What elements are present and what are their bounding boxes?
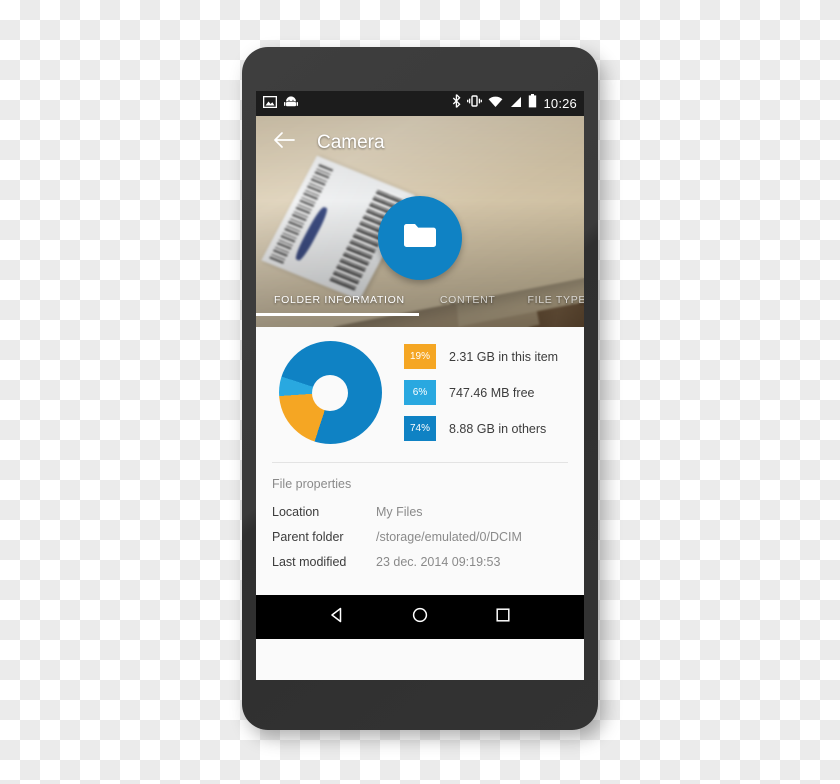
property-value-parent-folder: /storage/emulated/0/DCIM	[376, 530, 522, 544]
property-value-location: My Files	[376, 505, 423, 519]
signal-icon	[509, 95, 522, 113]
property-key-parent-folder: Parent folder	[272, 530, 344, 544]
tab-bar: FOLDER INFORMATION CONTENT FILE TYPES	[256, 286, 584, 327]
legend-label-others: 8.88 GB in others	[449, 421, 547, 436]
status-bar: 10:26	[256, 91, 584, 116]
recents-square-icon[interactable]	[494, 606, 512, 629]
home-circle-icon[interactable]	[411, 606, 429, 629]
phone-screen: 10:26 Camera FOLDER INFORMATION CONTENT …	[256, 91, 584, 680]
property-value-last-modified: 23 dec. 2014 09:19:53	[376, 555, 501, 569]
file-properties-heading: File properties	[272, 477, 352, 491]
storage-usage-section: 19% 2.31 GB in this item 6% 747.46 MB fr…	[256, 327, 584, 454]
legend-swatch-this-item: 19%	[404, 344, 436, 369]
legend-swatch-others: 74%	[404, 416, 436, 441]
back-triangle-icon[interactable]	[328, 606, 346, 629]
file-properties-section: File properties Location My Files Parent…	[256, 463, 584, 569]
folder-fab-button[interactable]	[378, 196, 462, 280]
image-icon	[262, 95, 278, 113]
folder-information-panel: 19% 2.31 GB in this item 6% 747.46 MB fr…	[256, 327, 584, 639]
property-key-location: Location	[272, 505, 320, 519]
property-row-last-modified: Last modified 23 dec. 2014 09:19:53	[272, 555, 568, 569]
property-row-parent-folder: Parent folder /storage/emulated/0/DCIM	[272, 530, 568, 544]
legend-item-others: 74% 8.88 GB in others	[404, 416, 574, 441]
status-bar-clock: 10:26	[543, 96, 577, 111]
legend-swatch-free: 6%	[404, 380, 436, 405]
android-navigation-bar	[256, 595, 584, 639]
header-hero: Camera FOLDER INFORMATION CONTENT FILE T…	[256, 116, 584, 327]
donut-chart-container	[256, 341, 404, 444]
storage-legend: 19% 2.31 GB in this item 6% 747.46 MB fr…	[404, 344, 584, 441]
legend-item-this-item: 19% 2.31 GB in this item	[404, 344, 574, 369]
tab-folder-information[interactable]: FOLDER INFORMATION	[256, 294, 419, 316]
property-key-last-modified: Last modified	[272, 555, 347, 569]
bluetooth-icon	[452, 94, 461, 113]
legend-item-free: 6% 747.46 MB free	[404, 380, 574, 405]
status-bar-left-icons	[262, 95, 298, 113]
tab-content[interactable]: CONTENT	[440, 294, 496, 316]
back-arrow-icon[interactable]	[273, 131, 295, 154]
app-toolbar: Camera	[256, 116, 584, 169]
legend-label-this-item: 2.31 GB in this item	[449, 349, 559, 364]
storage-donut-chart	[278, 341, 382, 444]
android-robot-icon	[284, 95, 298, 113]
vibrate-icon	[467, 94, 483, 113]
tab-file-types[interactable]: FILE TYPES	[527, 294, 584, 316]
page-title: Camera	[317, 131, 385, 153]
legend-label-free: 747.46 MB free	[449, 385, 535, 400]
wifi-icon	[488, 95, 503, 113]
folder-icon	[401, 221, 439, 256]
status-bar-right-icons: 10:26	[452, 94, 577, 113]
property-row-location: Location My Files	[272, 505, 568, 519]
battery-icon	[528, 94, 537, 113]
phone-device: 10:26 Camera FOLDER INFORMATION CONTENT …	[242, 47, 598, 730]
